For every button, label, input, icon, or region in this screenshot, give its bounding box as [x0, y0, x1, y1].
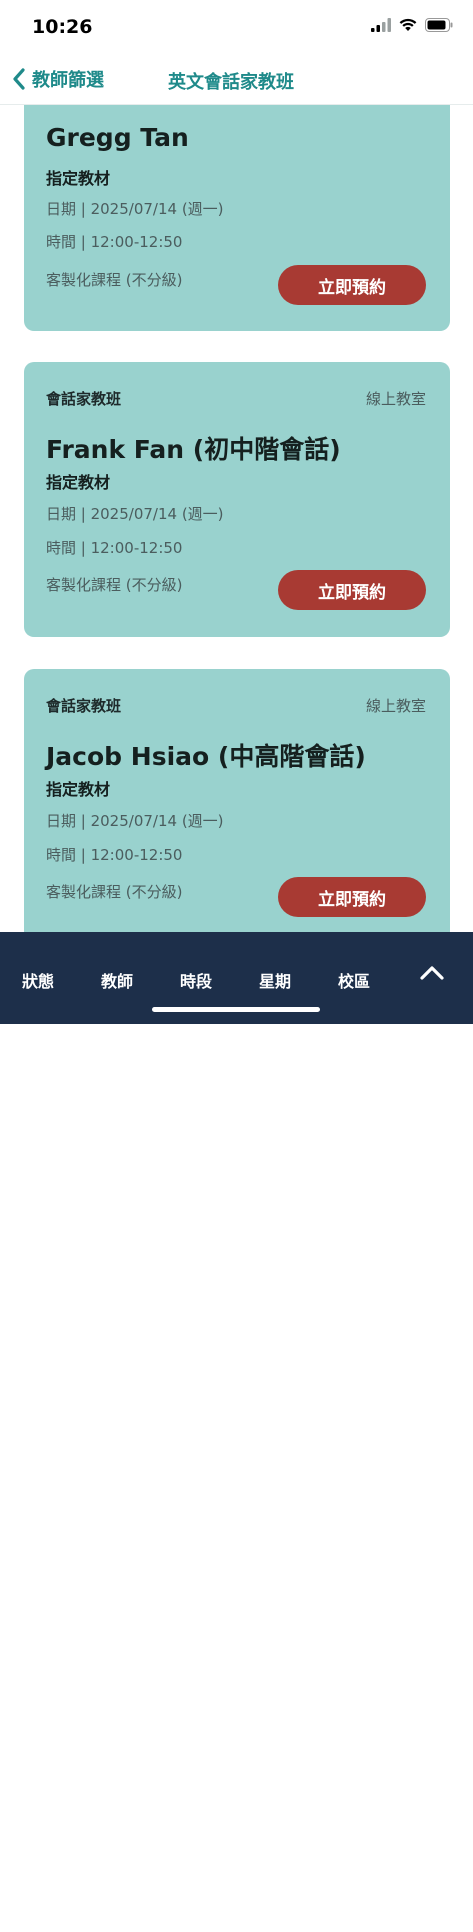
class-date: 日期 | 2025/07/14 (週一) — [46, 812, 224, 830]
tab-weekday[interactable]: 星期 — [259, 968, 291, 992]
status-bar: 10:26 — [0, 0, 473, 54]
watermark-line: kikifunlife.com — [4, 1920, 78, 1931]
watermark-line: 萌萌哒 — [4, 1908, 34, 1919]
class-time: 時間 | 12:00-12:50 — [46, 539, 183, 557]
tab-status[interactable]: 狀態 — [22, 968, 54, 992]
material-label: 指定教材 — [46, 780, 111, 799]
chevron-left-icon — [13, 68, 25, 90]
class-location: 線上教室 — [365, 390, 426, 408]
watermark: 萌萌哒 kikifunlife.com — [4, 1908, 77, 1932]
home-indicator — [152, 1007, 320, 1012]
wifi-icon — [399, 18, 417, 31]
teacher-name: Frank Fan (初中階會話) — [46, 435, 341, 464]
book-now-button[interactable]: 立即預約 — [278, 877, 426, 917]
chevron-up-icon — [420, 966, 444, 980]
teacher-card: 會話家教班 線上教室 Frank Fan (初中階會話) 指定教材 日期 | 2… — [24, 362, 450, 637]
class-location: 線上教室 — [365, 697, 426, 715]
expand-filter-button[interactable] — [419, 964, 445, 986]
tab-teacher[interactable]: 教師 — [101, 968, 133, 992]
material-label: 指定教材 — [46, 169, 111, 188]
teacher-name: Jacob Hsiao (中高階會話) — [46, 742, 366, 771]
status-icons — [371, 18, 453, 32]
class-time: 時間 | 12:00-12:50 — [46, 846, 183, 864]
class-time: 時間 | 12:00-12:50 — [46, 233, 183, 251]
teacher-name: Gregg Tan — [46, 123, 189, 152]
material-label: 指定教材 — [46, 473, 111, 492]
course-type: 客製化課程 (不分級) — [46, 576, 183, 594]
class-date: 日期 | 2025/07/14 (週一) — [46, 200, 224, 218]
tab-timeslot[interactable]: 時段 — [180, 968, 212, 992]
class-category: 會話家教班 — [46, 390, 122, 408]
teacher-card: Gregg Tan 指定教材 日期 | 2025/07/14 (週一) 時間 |… — [24, 105, 450, 331]
teacher-list[interactable]: Gregg Tan 指定教材 日期 | 2025/07/14 (週一) 時間 |… — [0, 105, 473, 932]
course-type: 客製化課程 (不分級) — [46, 271, 183, 289]
book-now-button[interactable]: 立即預約 — [278, 570, 426, 610]
battery-icon — [425, 18, 453, 32]
course-type: 客製化課程 (不分級) — [46, 883, 183, 901]
book-now-button[interactable]: 立即預約 — [278, 265, 426, 305]
nav-bar: 教師篩選 英文會話家教班 — [0, 54, 473, 105]
tab-campus[interactable]: 校區 — [338, 968, 370, 992]
back-label: 教師篩選 — [32, 70, 104, 91]
back-button[interactable]: 教師篩選 — [12, 66, 104, 92]
class-category: 會話家教班 — [46, 697, 122, 715]
status-time: 10:26 — [32, 16, 93, 38]
class-date: 日期 | 2025/07/14 (週一) — [46, 505, 224, 523]
page-title: 英文會話家教班 — [168, 72, 294, 93]
teacher-card: 會話家教班 線上教室 Jacob Hsiao (中高階會話) 指定教材 日期 |… — [24, 669, 450, 932]
signal-icon — [371, 18, 391, 32]
